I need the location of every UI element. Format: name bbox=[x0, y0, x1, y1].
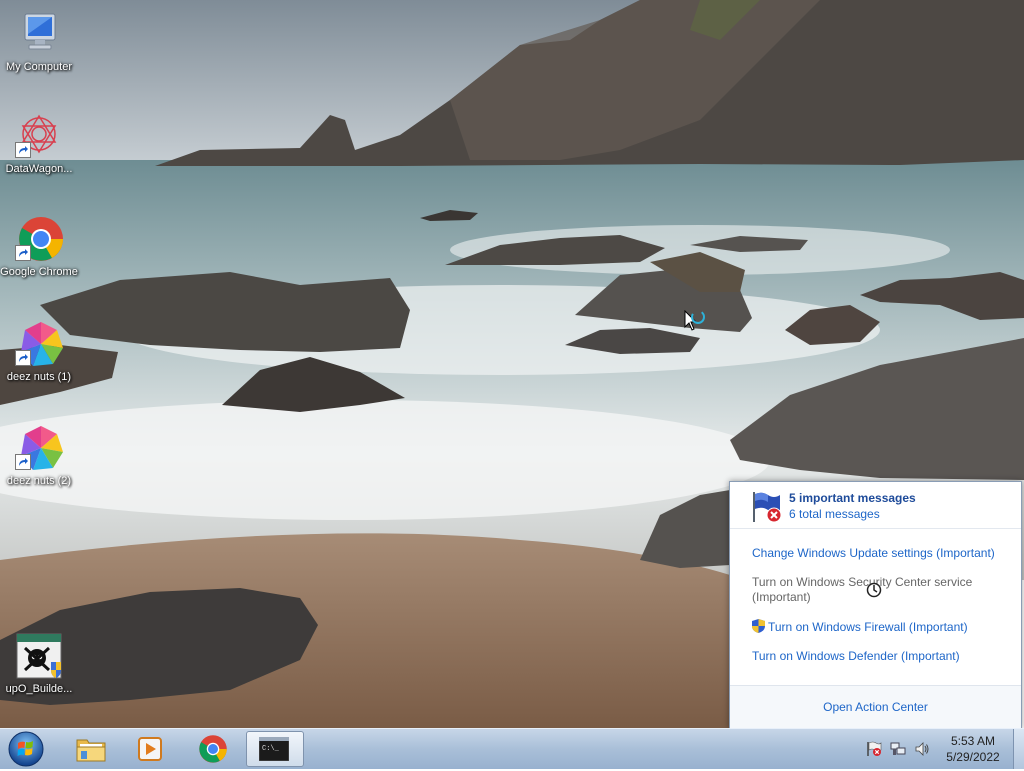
desktop-icon-my-computer[interactable]: My Computer bbox=[0, 10, 78, 74]
busy-cursor-icon bbox=[866, 582, 882, 598]
folder-icon bbox=[76, 739, 106, 762]
skull-shield-icon bbox=[15, 632, 63, 680]
turn-on-windows-defender-link[interactable]: Turn on Windows Defender (Important) bbox=[752, 649, 1012, 664]
desktop-icon-label: deez nuts (1) bbox=[6, 371, 72, 383]
total-messages-link[interactable]: 6 total messages bbox=[789, 507, 880, 521]
taskbar-media-player-button[interactable] bbox=[122, 731, 178, 766]
desktop-icon-label: DataWagon... bbox=[5, 163, 73, 175]
desktop-icon-label: My Computer bbox=[5, 61, 73, 73]
turn-on-windows-firewall-link[interactable]: Turn on Windows Firewall (Important) bbox=[752, 619, 1012, 635]
shortcut-arrow-icon bbox=[15, 454, 31, 470]
taskbar: C:\_ 5:53 AM 5/29/2022 bbox=[0, 728, 1024, 769]
chrome-icon bbox=[15, 215, 63, 263]
desktop-icon-datawagon[interactable]: DataWagon... bbox=[0, 112, 78, 176]
cmd-icon: C:\_ bbox=[259, 737, 289, 761]
shortcut-arrow-icon bbox=[15, 142, 31, 158]
clock-time[interactable]: 5:53 AM bbox=[942, 734, 1004, 748]
shortcut-arrow-icon bbox=[15, 350, 31, 366]
firewall-link-label: Turn on Windows Firewall (Important) bbox=[768, 620, 968, 634]
action-center-header: 5 important messages 6 total messages bbox=[730, 482, 1021, 529]
taskbar-file-explorer-button[interactable] bbox=[62, 731, 118, 766]
uac-shield-icon bbox=[752, 619, 765, 633]
action-center-popup: 5 important messages 6 total messages Ch… bbox=[729, 481, 1022, 729]
action-center-flag-icon bbox=[750, 490, 784, 524]
taskbar-chrome-button[interactable] bbox=[184, 731, 240, 766]
mouse-cursor-busy-icon bbox=[684, 309, 706, 336]
clock-date[interactable]: 5/29/2022 bbox=[942, 750, 1004, 764]
desktop-icon-upo-builder[interactable]: upO_Builde... bbox=[0, 632, 78, 696]
network-icon[interactable] bbox=[890, 741, 906, 757]
show-desktop-button[interactable] bbox=[1013, 729, 1024, 769]
action-center-footer: Open Action Center bbox=[730, 685, 1021, 728]
change-windows-update-settings-link[interactable]: Change Windows Update settings (Importan… bbox=[752, 546, 1012, 561]
pinwheel-icon bbox=[15, 424, 63, 472]
chrome-icon bbox=[199, 735, 227, 763]
datawagon-icon bbox=[15, 112, 63, 160]
taskbar-command-prompt-button[interactable]: C:\_ bbox=[246, 731, 304, 767]
system-tray: 5:53 AM 5/29/2022 bbox=[862, 729, 1024, 769]
volume-icon[interactable] bbox=[914, 741, 930, 757]
open-action-center-link[interactable]: Open Action Center bbox=[823, 700, 928, 714]
important-messages-link[interactable]: 5 important messages bbox=[789, 491, 916, 505]
shortcut-arrow-icon bbox=[15, 245, 31, 261]
action-center-flag-icon[interactable] bbox=[866, 741, 882, 757]
desktop-icon-label: upO_Builde... bbox=[5, 683, 73, 695]
desktop-icon-deez-nuts-1[interactable]: deez nuts (1) bbox=[0, 320, 78, 384]
desktop-icon-label: Google Chrome bbox=[0, 266, 78, 278]
desktop-icon-label: deez nuts (2) bbox=[6, 475, 72, 487]
computer-icon bbox=[15, 10, 63, 58]
desktop-icon-deez-nuts-2[interactable]: deez nuts (2) bbox=[0, 424, 78, 488]
svg-text:C:\_: C:\_ bbox=[262, 745, 280, 753]
start-button[interactable] bbox=[5, 730, 45, 768]
pinwheel-icon bbox=[15, 320, 63, 368]
desktop-icon-google-chrome[interactable]: Google Chrome bbox=[0, 215, 78, 279]
media-player-icon bbox=[138, 737, 162, 761]
